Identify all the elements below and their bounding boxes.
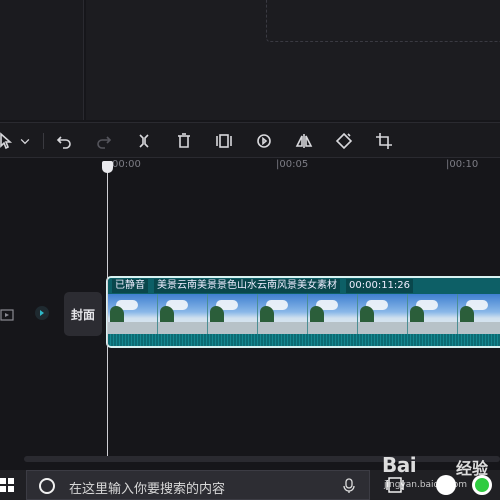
undo-icon[interactable]	[54, 131, 74, 151]
media-panel	[0, 0, 84, 120]
watermark-brand: Bai	[382, 453, 417, 477]
clip-thumbnails	[108, 294, 500, 334]
toolbar-divider	[43, 133, 44, 149]
ruler-label-10: |00:10	[446, 159, 479, 170]
clip-header: 已静音 美景云南美景景色山水云南风景美女素材 00:00:11:26	[108, 278, 500, 294]
crop-icon[interactable]	[374, 131, 394, 151]
redo-icon[interactable]	[94, 131, 114, 151]
chevron-down-icon[interactable]	[18, 131, 32, 151]
delete-icon[interactable]	[174, 131, 194, 151]
reverse-play-icon[interactable]	[254, 131, 274, 151]
cortana-icon	[39, 478, 55, 494]
clip-thumbnail	[258, 294, 308, 334]
clip-thumbnail	[308, 294, 358, 334]
clip-thumbnail	[158, 294, 208, 334]
video-clip[interactable]: 已静音 美景云南美景景色山水云南风景美女素材 00:00:11:26	[106, 276, 500, 348]
search-placeholder: 在这里输入你要搜索的内容	[69, 482, 226, 497]
watermark-brand-cn: 经验	[456, 459, 489, 478]
select-pointer-icon[interactable]	[0, 131, 16, 151]
playhead-handle[interactable]	[102, 161, 113, 173]
windows-start-icon[interactable]	[0, 478, 14, 492]
ruler-label-0: 00:00	[112, 159, 141, 170]
audio-waveform	[108, 334, 500, 346]
preview-canvas-frame	[266, 0, 500, 42]
clip-thumbnail	[458, 294, 500, 334]
rotate-icon[interactable]	[334, 131, 354, 151]
split-icon[interactable]	[134, 131, 154, 151]
watermark-url: jingyan.baidu.com	[384, 480, 468, 490]
baidu-watermark: Bai 经验 jingyan.baidu.com	[382, 453, 500, 493]
clip-thumbnail	[408, 294, 458, 334]
taskbar-search-box[interactable]: 在这里输入你要搜索的内容	[26, 470, 370, 500]
track-visibility-icon[interactable]	[0, 306, 14, 321]
ruler-label-5: |00:05	[276, 159, 309, 170]
microphone-icon[interactable]	[343, 478, 355, 494]
mirror-icon[interactable]	[294, 131, 314, 151]
timeline-ruler[interactable]: 00:00 |00:05 |00:10	[0, 158, 500, 172]
cover-button[interactable]: 封面	[64, 292, 102, 336]
clip-thumbnail	[208, 294, 258, 334]
editor-window: 00:00 |00:05 |00:10 封面 已静音 美景云南美景景色山水云南风…	[0, 0, 500, 500]
freeze-frame-icon[interactable]	[214, 131, 234, 151]
timeline-toolbar	[0, 122, 500, 158]
muted-badge: 已静音	[112, 279, 148, 293]
preview-panel	[86, 0, 500, 120]
playhead-line[interactable]	[107, 168, 108, 458]
clip-thumbnail	[358, 294, 408, 334]
clip-title: 美景云南美景景色山水云南风景美女素材	[154, 279, 340, 293]
clip-duration: 00:00:11:26	[346, 279, 414, 293]
clip-thumbnail	[108, 294, 158, 334]
audio-mute-icon[interactable]	[34, 305, 50, 321]
